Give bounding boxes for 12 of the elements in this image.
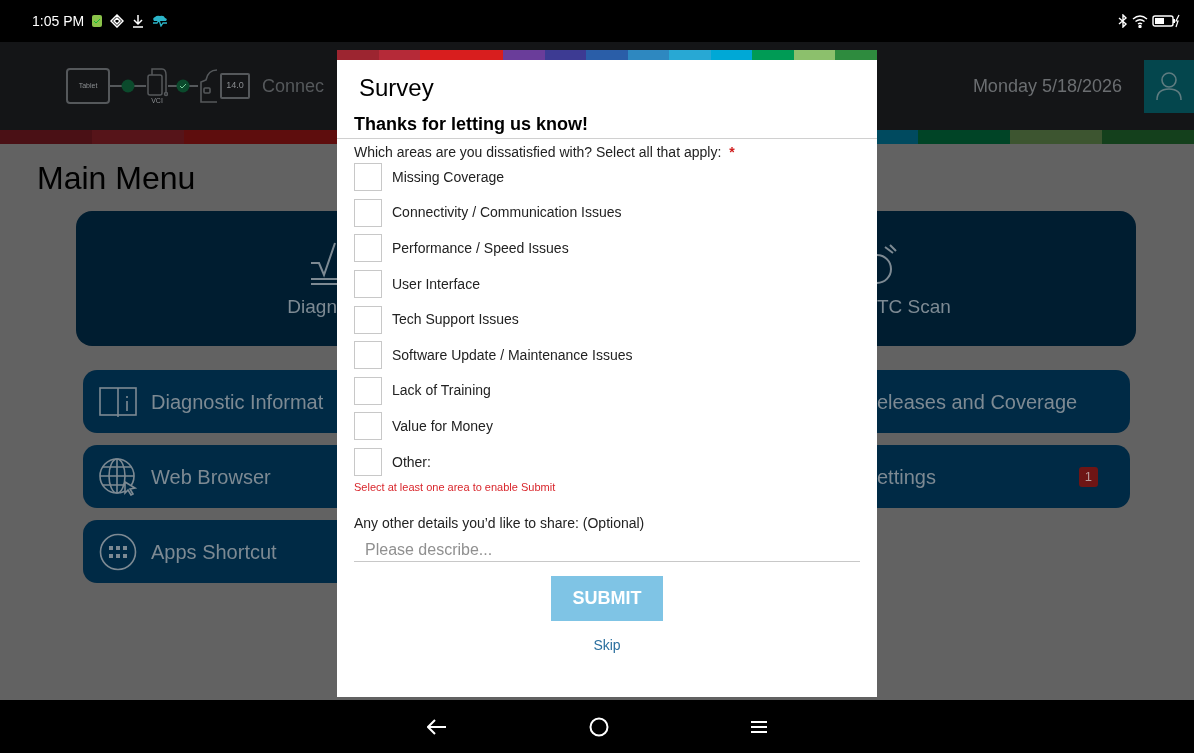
notification-badge: 1	[1078, 466, 1098, 487]
date-label: Monday 5/18/2026	[972, 74, 1122, 98]
survey-question: Which areas are you dissatisfied with? Select all that apply:	[354, 143, 722, 161]
battery-voltage: 14.0	[220, 73, 250, 99]
details-label: Any other details you’d like to share: (Optional)	[354, 514, 645, 533]
validation-message: Select at least one area to enable Submit	[354, 480, 556, 495]
status-time: 1:05 PM	[32, 11, 85, 31]
survey-heading: Thanks for letting us know!	[354, 114, 588, 134]
required-mark: *	[729, 143, 735, 161]
connection-status: Connec	[262, 74, 325, 98]
main-menu-title: Main Menu	[37, 160, 196, 196]
dialog-title: Survey	[359, 74, 434, 102]
